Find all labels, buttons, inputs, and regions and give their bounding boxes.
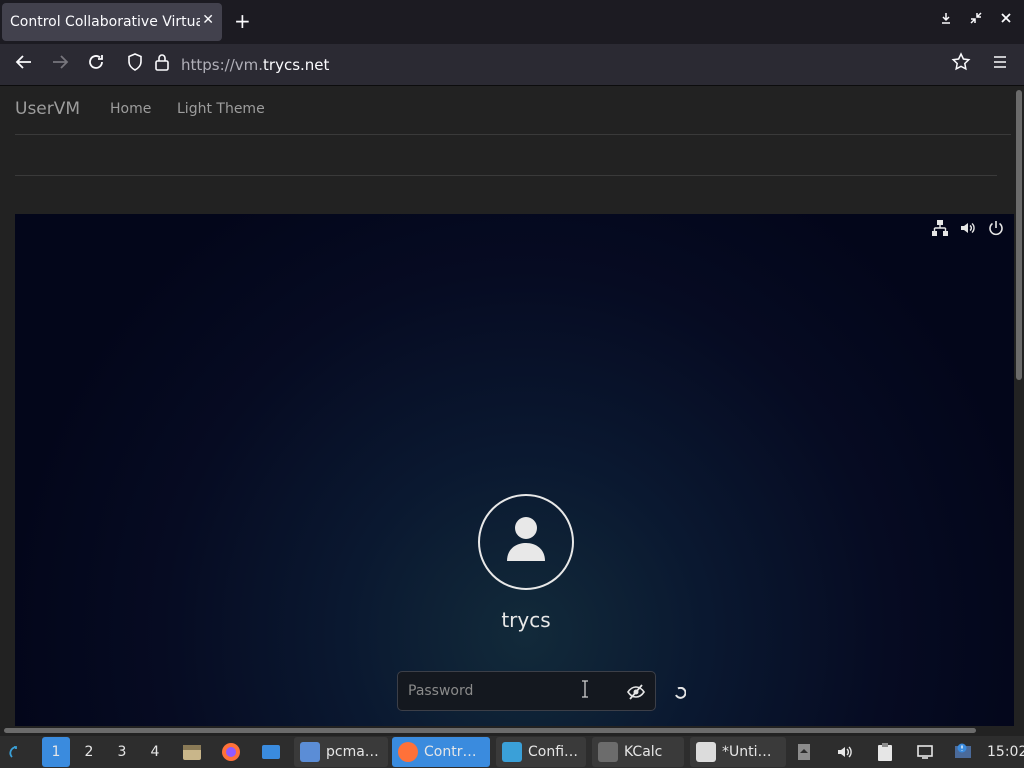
divider xyxy=(15,175,997,176)
user-icon xyxy=(507,517,545,561)
volume-icon[interactable] xyxy=(959,219,977,241)
calculator-icon xyxy=(598,742,618,762)
file-manager-icon xyxy=(300,742,320,762)
task-file-manager[interactable]: pcma… xyxy=(294,737,388,767)
new-tab-button[interactable]: + xyxy=(234,10,251,32)
web-page: UserVM Home Light Theme trycs Password xyxy=(0,86,1014,726)
taskbar: 1 2 3 4 pcma… Contr… Confi… KCalc *Unti… xyxy=(0,736,1024,768)
password-field[interactable]: Password xyxy=(397,671,656,711)
divider xyxy=(15,134,1011,135)
shield-icon[interactable] xyxy=(126,52,144,79)
username-label: trycs xyxy=(501,608,551,632)
tab-title: Control Collaborative Virtual xyxy=(10,14,200,30)
settings-app-icon xyxy=(502,742,522,762)
workspace-4[interactable]: 4 xyxy=(141,737,169,767)
download-icon[interactable] xyxy=(940,12,952,28)
task-label: pcma… xyxy=(326,744,379,760)
workspace-1[interactable]: 1 xyxy=(42,737,70,767)
firefox-launcher-icon[interactable] xyxy=(220,737,242,767)
workspace-2[interactable]: 2 xyxy=(75,737,103,767)
browser-toolbar: https://vm.trycs.net xyxy=(0,44,1024,86)
forward-button[interactable] xyxy=(50,52,70,79)
user-avatar[interactable] xyxy=(478,494,574,590)
vm-screen[interactable]: trycs Password xyxy=(15,214,1014,726)
nav-link-home[interactable]: Home xyxy=(110,101,151,117)
vertical-scrollbar[interactable] xyxy=(1014,86,1024,726)
task-label: *Unti… xyxy=(722,744,772,760)
speaker-icon[interactable] xyxy=(836,737,856,767)
scroll-thumb[interactable] xyxy=(4,728,976,733)
firefox-icon xyxy=(398,742,418,762)
files-launcher-icon[interactable] xyxy=(181,737,203,767)
lock-icon[interactable] xyxy=(154,52,170,79)
network-icon[interactable] xyxy=(931,219,949,241)
power-icon[interactable] xyxy=(987,219,1005,241)
task-label: Contr… xyxy=(424,744,477,760)
horizontal-scrollbar[interactable] xyxy=(0,726,1024,736)
url-bar[interactable]: https://vm.trycs.net xyxy=(181,56,329,74)
loading-spinner-icon xyxy=(674,684,687,699)
text-cursor-icon xyxy=(581,680,589,702)
app-menu-icon[interactable] xyxy=(8,737,28,767)
brand-link[interactable]: UserVM xyxy=(15,99,80,119)
update-alert-icon[interactable] xyxy=(954,737,976,767)
browser-tab[interactable]: Control Collaborative Virtual ✕ xyxy=(2,3,222,41)
clock: 15:02 xyxy=(987,744,1024,760)
close-window-icon[interactable] xyxy=(1000,12,1012,28)
workspace-3[interactable]: 3 xyxy=(108,737,136,767)
desktop-launcher-icon[interactable] xyxy=(260,737,282,767)
task-label: KCalc xyxy=(624,744,663,760)
task-settings[interactable]: Confi… xyxy=(496,737,586,767)
url-prefix: https://vm. xyxy=(181,56,264,74)
notifications-icon[interactable] xyxy=(916,737,936,767)
text-editor-icon xyxy=(696,742,716,762)
hamburger-menu-icon[interactable] xyxy=(990,52,1010,79)
nav-link-light-theme[interactable]: Light Theme xyxy=(177,101,265,117)
reload-button[interactable] xyxy=(86,52,106,79)
browser-tab-bar: Control Collaborative Virtual ✕ + xyxy=(0,0,1024,44)
bookmark-star-icon[interactable] xyxy=(951,52,971,79)
task-kcalc[interactable]: KCalc xyxy=(592,737,684,767)
task-label: Confi… xyxy=(528,744,579,760)
scroll-thumb[interactable] xyxy=(1016,90,1022,380)
restore-window-icon[interactable] xyxy=(970,12,982,28)
eject-icon[interactable] xyxy=(796,737,816,767)
task-firefox[interactable]: Contr… xyxy=(392,737,490,767)
tab-close-icon[interactable]: ✕ xyxy=(202,12,214,28)
task-text-editor[interactable]: *Unti… xyxy=(690,737,786,767)
back-button[interactable] xyxy=(14,52,34,79)
password-placeholder: Password xyxy=(408,683,474,699)
clipboard-icon[interactable] xyxy=(876,737,896,767)
url-domain: trycs.net xyxy=(263,56,330,74)
hide-password-eye-icon[interactable] xyxy=(627,683,645,705)
